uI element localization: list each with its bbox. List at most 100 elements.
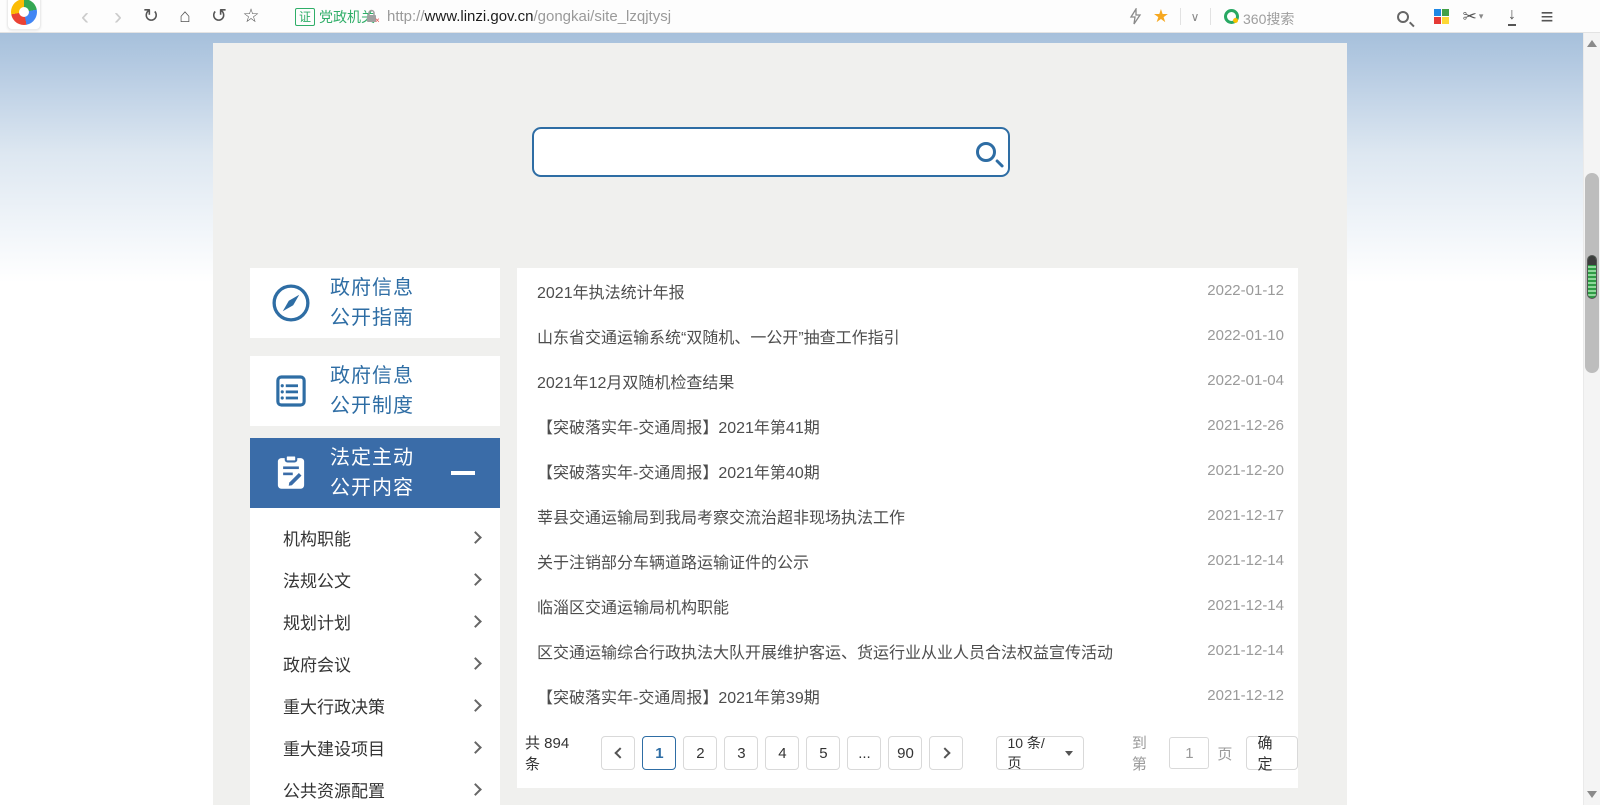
article-date: 2021-12-12 (1207, 687, 1284, 704)
article-date: 2022-01-04 (1207, 372, 1284, 389)
back-icon[interactable]: ‹ (70, 0, 100, 33)
site-search-input[interactable] (534, 129, 964, 175)
site-search-box (532, 127, 1010, 177)
chevron-right-icon (469, 782, 482, 796)
menu-hamburger-icon[interactable]: ≡ (1532, 0, 1562, 33)
refresh-icon[interactable]: ↻ (136, 0, 166, 33)
lightning-icon[interactable] (1122, 0, 1148, 33)
site-search-button[interactable] (964, 129, 1008, 175)
scrollbar-thumb[interactable] (1585, 173, 1599, 373)
list-item[interactable]: 2021年12月双随机检查结果 2022-01-04 (517, 358, 1298, 403)
list-item[interactable]: 区交通运输综合行政执法大队开展维护客运、货运行业从业人员合法权益宣传活动 2021… (517, 628, 1298, 673)
article-date: 2021-12-14 (1207, 597, 1284, 614)
page-button-2[interactable]: 2 (683, 736, 718, 770)
svg-text:×: × (375, 16, 380, 24)
sidebar: 政府信息 公开指南 政府信息 公开制度 法定主动 公开内容 机构职能 法规公文 … (250, 268, 500, 805)
document-icon (268, 368, 314, 414)
list-item[interactable]: 2021年执法统计年报 2022-01-12 (517, 268, 1298, 313)
browser-toolbar: ‹ › ↻ ⌂ ↺ ☆ 证 党政机关 × http://www.linzi.go… (0, 0, 1600, 33)
list-item[interactable]: 山东省交通运输系统“双随机、一公开”抽查工作指引 2022-01-10 (517, 313, 1298, 358)
chevron-right-icon (469, 530, 482, 544)
list-item[interactable]: 【突破落实年-交通周报】2021年第40期 2021-12-20 (517, 448, 1298, 493)
sidebar-menu-item-public-resources[interactable]: 公共资源配置 (250, 768, 500, 805)
browser-logo-icon[interactable] (7, 0, 41, 30)
scroll-up-arrow-icon[interactable] (1587, 40, 1597, 47)
list-item[interactable]: 莘县交通运输局到我局考察交流治超非现场执法工作 2021-12-17 (517, 493, 1298, 538)
next-page-button[interactable] (929, 736, 964, 770)
sidebar-item-statutory-disclosure[interactable]: 法定主动 公开内容 (250, 438, 500, 508)
chevron-right-icon (939, 747, 951, 759)
sidebar-item-label: 公开制度 (330, 395, 414, 417)
chevron-down-icon[interactable]: ∨ (1184, 0, 1206, 33)
undo-icon[interactable]: ↺ (204, 0, 234, 33)
list-item[interactable]: 【突破落实年-交通周报】2021年第41期 2021-12-26 (517, 403, 1298, 448)
sidebar-item-label: 公开指南 (330, 307, 414, 329)
sidebar-item-gov-info-guide[interactable]: 政府信息 公开指南 (250, 268, 500, 338)
list-item[interactable]: 关于注销部分车辆道路运输证件的公示 2021-12-14 (517, 538, 1298, 583)
cert-icon: 证 (295, 7, 316, 26)
article-list-panel: 2021年执法统计年报 2022-01-12 山东省交通运输系统“双随机、一公开”… (517, 268, 1299, 788)
sidebar-menu-item-meetings[interactable]: 政府会议 (250, 642, 500, 684)
sidebar-item-label: 公开内容 (330, 477, 414, 499)
prev-page-button[interactable] (601, 736, 636, 770)
total-count-label: 共 894 条 (525, 735, 570, 773)
screenshot-scissors-icon[interactable]: ✂ ▾ (1458, 0, 1488, 33)
favorite-star-icon[interactable]: ★ (1148, 0, 1174, 33)
page-button-90[interactable]: 90 (888, 736, 923, 770)
sidebar-item-gov-info-system[interactable]: 政府信息 公开制度 (250, 356, 500, 426)
sidebar-item-label: 法定主动 (330, 447, 414, 469)
content-panel: 政府信息 公开指南 政府信息 公开制度 法定主动 公开内容 机构职能 法规公文 … (213, 43, 1347, 805)
chevron-right-icon (469, 656, 482, 670)
page-button-4[interactable]: 4 (765, 736, 800, 770)
goto-confirm-button[interactable]: 确定 (1246, 735, 1299, 773)
chevron-right-icon (469, 740, 482, 754)
url-bar[interactable]: http://www.linzi.gov.cn/gongkai/site_lzq… (387, 8, 671, 25)
article-date: 2022-01-12 (1207, 282, 1284, 299)
goto-page-suffix-label: 页 (1217, 745, 1233, 763)
caret-down-icon (1064, 750, 1073, 756)
chevron-right-icon (469, 572, 482, 586)
vertical-scrollbar[interactable] (1583, 33, 1600, 805)
toolbar-divider (1180, 8, 1181, 25)
sidebar-menu-item-planning[interactable]: 规划计划 (250, 600, 500, 642)
page-ellipsis-button[interactable]: ... (847, 736, 882, 770)
sidebar-menu-item-major-decisions[interactable]: 重大行政决策 (250, 684, 500, 726)
sidebar-item-label: 政府信息 (330, 365, 414, 387)
list-item[interactable]: 【突破落实年-交通周报】2021年第39期 2021-12-12 (517, 673, 1298, 718)
insecure-lock-icon: × (365, 9, 381, 29)
apps-grid-icon[interactable] (1428, 0, 1454, 33)
sidebar-item-label: 政府信息 (330, 277, 414, 299)
sidebar-menu-item-major-projects[interactable]: 重大建设项目 (250, 726, 500, 768)
webpage-background: 政府信息 公开指南 政府信息 公开制度 法定主动 公开内容 机构职能 法规公文 … (0, 33, 1600, 805)
search-icon[interactable] (1390, 0, 1416, 33)
search-magnifier-icon (976, 142, 996, 162)
chevron-left-icon (614, 747, 626, 759)
scroll-down-arrow-icon[interactable] (1587, 791, 1597, 798)
page-button-5[interactable]: 5 (806, 736, 841, 770)
site-cert-badge[interactable]: 证 党政机关 (295, 7, 375, 26)
goto-page-prefix-label: 到第 (1131, 735, 1147, 773)
article-date: 2021-12-14 (1207, 642, 1284, 659)
goto-page-input[interactable] (1169, 737, 1210, 769)
download-icon[interactable]: ↓ (1498, 0, 1526, 33)
pagination-bar: 共 894 条 1 2 3 4 5 ... 90 10 条/页 到第 页 确定 (517, 732, 1299, 774)
sidebar-submenu: 机构职能 法规公文 规划计划 政府会议 重大行政决策 重大建设项目 公共资源配置 (250, 508, 500, 805)
page-size-select[interactable]: 10 条/页 (996, 735, 1084, 771)
article-date: 2021-12-20 (1207, 462, 1284, 479)
chevron-right-icon (469, 698, 482, 712)
360-search-logo-icon[interactable] (1221, 0, 1241, 33)
sidebar-menu-item-regulations[interactable]: 法规公文 (250, 558, 500, 600)
scroll-speed-indicator (1587, 255, 1597, 299)
browser-window: ‹ › ↻ ⌂ ↺ ☆ 证 党政机关 × http://www.linzi.go… (0, 0, 1600, 805)
page-button-3[interactable]: 3 (724, 736, 759, 770)
search-engine-label[interactable]: 360搜索 (1243, 9, 1294, 29)
bookmark-star-icon[interactable]: ☆ (236, 0, 266, 33)
clipboard-pen-icon (268, 450, 314, 496)
page-button-1[interactable]: 1 (642, 736, 677, 770)
article-date: 2021-12-14 (1207, 552, 1284, 569)
sidebar-menu-item-functions[interactable]: 机构职能 (250, 516, 500, 558)
home-icon[interactable]: ⌂ (170, 0, 200, 33)
forward-icon[interactable]: › (103, 0, 133, 33)
list-item[interactable]: 临淄区交通运输局机构职能 2021-12-14 (517, 583, 1298, 628)
chevron-right-icon (469, 614, 482, 628)
